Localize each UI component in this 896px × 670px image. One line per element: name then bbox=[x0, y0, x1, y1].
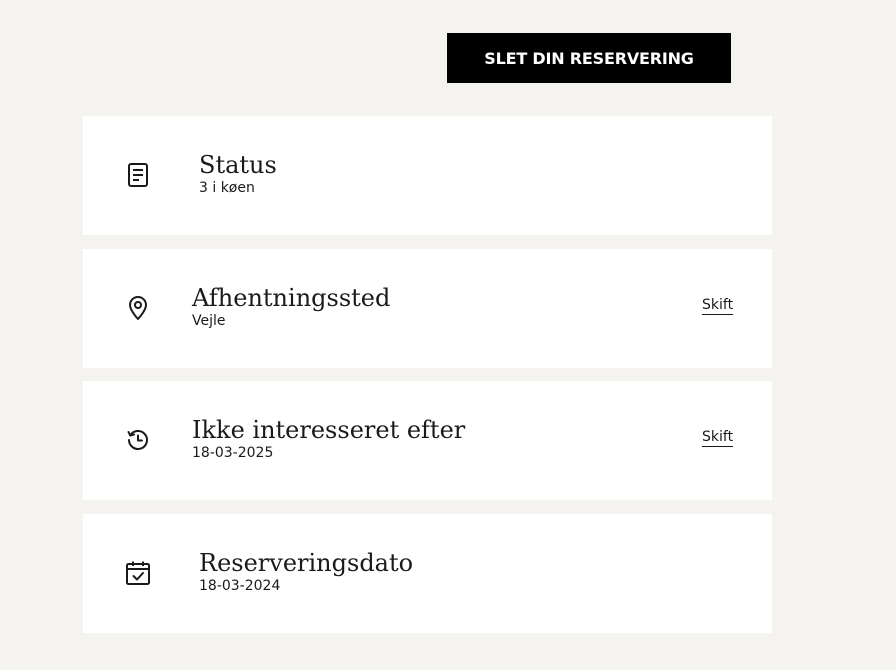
location-pin-icon bbox=[125, 295, 151, 321]
not-interested-after-value: 18-03-2025 bbox=[192, 445, 274, 461]
pickup-location-card: Afhentningssted Vejle Skift bbox=[83, 249, 772, 368]
calendar-check-icon bbox=[125, 560, 151, 586]
not-interested-after-title: Ikke interesseret efter bbox=[192, 416, 466, 444]
not-interested-after-card: Ikke interesseret efter 18-03-2025 Skift bbox=[83, 381, 772, 500]
pickup-location-value: Vejle bbox=[192, 313, 226, 329]
status-text: Status 3 i køen bbox=[199, 150, 277, 196]
pickup-location-text: Afhentningssted Vejle bbox=[192, 283, 390, 329]
reservation-date-value: 18-03-2024 bbox=[199, 578, 281, 594]
document-icon bbox=[125, 162, 151, 188]
reservation-date-card: Reserveringsdato 18-03-2024 bbox=[83, 514, 772, 633]
status-title: Status bbox=[199, 151, 277, 179]
change-pickup-location-link[interactable]: Skift bbox=[702, 297, 734, 315]
history-clock-icon bbox=[125, 427, 151, 453]
not-interested-after-text: Ikke interesseret efter 18-03-2025 bbox=[192, 415, 465, 461]
reservation-date-text: Reserveringsdato 18-03-2024 bbox=[199, 548, 413, 594]
reservation-date-title: Reserveringsdato bbox=[199, 549, 414, 577]
change-not-interested-after-link[interactable]: Skift bbox=[702, 429, 734, 447]
pickup-location-title: Afhentningssted bbox=[192, 284, 391, 312]
delete-reservation-button[interactable]: SLET DIN RESERVERING bbox=[447, 33, 731, 83]
status-value: 3 i køen bbox=[199, 180, 255, 196]
status-card: Status 3 i køen bbox=[83, 116, 772, 235]
